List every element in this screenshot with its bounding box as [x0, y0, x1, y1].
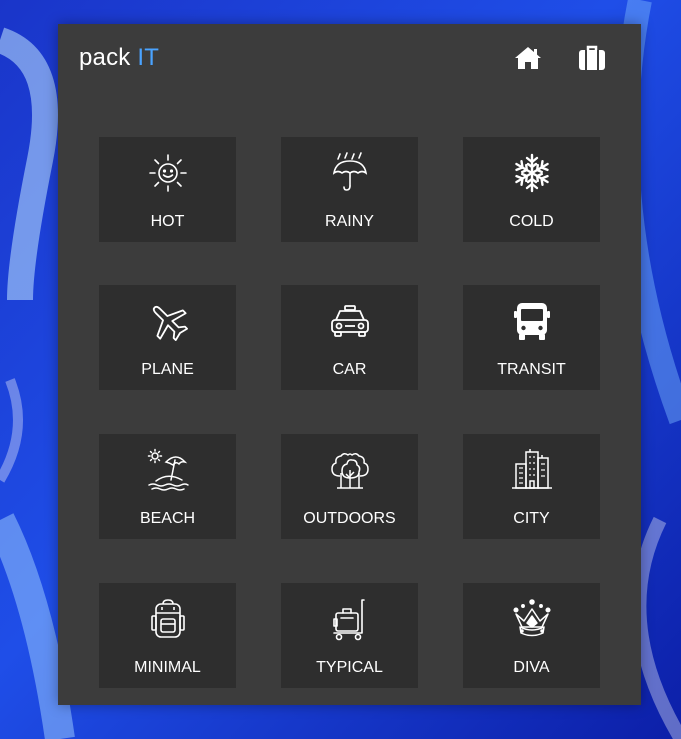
bus-icon	[510, 299, 554, 343]
logo-main-text: pack	[79, 44, 131, 71]
tile-cold[interactable]: COLD	[463, 137, 600, 242]
tile-typical[interactable]: TYPICAL	[281, 583, 418, 688]
tile-label: DIVA	[513, 659, 550, 676]
tile-label: CITY	[513, 510, 550, 527]
tile-diva[interactable]: DIVA	[463, 583, 600, 688]
tile-car[interactable]: CAR	[281, 285, 418, 390]
crown-icon	[510, 597, 554, 641]
home-icon	[515, 47, 541, 69]
tile-label: TRANSIT	[497, 361, 566, 378]
logo-accent-text: IT	[137, 44, 160, 71]
luggage-cart-icon	[328, 597, 372, 641]
buildings-icon	[510, 448, 554, 492]
tile-label: MINIMAL	[134, 659, 201, 676]
tile-hot[interactable]: HOT	[99, 137, 236, 242]
sun-icon	[146, 151, 190, 195]
tile-label: BEACH	[139, 510, 196, 527]
backpack-icon	[146, 597, 190, 641]
umbrella-rain-icon	[328, 151, 372, 195]
tile-label: RAINY	[325, 213, 374, 230]
tile-label: CAR	[332, 361, 367, 378]
snowflake-icon	[510, 151, 554, 195]
airplane-icon	[146, 299, 190, 343]
tile-plane[interactable]: PLANE	[99, 285, 236, 390]
trees-icon	[328, 448, 372, 492]
tile-label: PLANE	[141, 361, 194, 378]
app-logo[interactable]: pack IT	[79, 42, 159, 74]
suitcase-icon	[579, 45, 605, 70]
tile-label: TYPICAL	[316, 659, 383, 676]
car-icon	[328, 299, 372, 343]
tile-transit[interactable]: TRANSIT	[463, 285, 600, 390]
home-button[interactable]	[512, 42, 544, 74]
tile-rainy[interactable]: RAINY	[281, 137, 418, 242]
tile-beach[interactable]: BEACH	[99, 434, 236, 539]
beach-umbrella-icon	[146, 448, 190, 492]
tile-label: OUTDOORS	[303, 510, 396, 527]
suitcase-button[interactable]	[576, 42, 608, 74]
tile-label: COLD	[509, 213, 554, 230]
tile-label: HOT	[150, 213, 185, 230]
tile-minimal[interactable]: MINIMAL	[99, 583, 236, 688]
tile-outdoors[interactable]: OUTDOORS	[281, 434, 418, 539]
app-panel: pack IT HOT RAINY COLD PLANE CAR TRANSIT…	[58, 24, 641, 705]
tile-city[interactable]: CITY	[463, 434, 600, 539]
